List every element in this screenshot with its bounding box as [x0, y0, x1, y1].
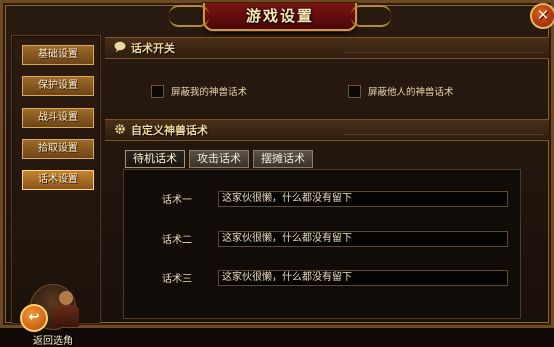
speech-3-label: 话术三 — [162, 274, 192, 285]
speech-1-label: 话术一 — [162, 195, 192, 206]
portrait-body — [53, 305, 79, 327]
block-my-speech-label: 屏蔽我的神兽话术 — [171, 87, 248, 98]
speech-2-input[interactable]: 这家伙很懒，什么都没有留下 — [218, 231, 508, 247]
sidebar-item-combat[interactable]: 战斗设置 — [22, 108, 94, 128]
title-ornament-left — [169, 5, 209, 27]
gear-icon — [113, 123, 127, 137]
speech-fields-panel: 话术一 这家伙很懒，什么都没有留下 话术二 这家伙很懒，什么都没有留下 话术三 … — [123, 169, 521, 319]
window-title: 游戏设置 — [245, 7, 314, 25]
header-ornament — [343, 42, 543, 53]
back-label: 返回选角 — [33, 336, 73, 347]
sidebar-item-speech[interactable]: 话术设置 — [22, 170, 94, 190]
speech-3-input[interactable]: 这家伙很懒，什么都没有留下 — [218, 270, 508, 286]
close-icon: ✕ — [536, 6, 550, 24]
tab-idle-speech[interactable]: 待机话术 — [125, 150, 185, 168]
portrait-head — [59, 291, 73, 305]
block-my-speech-checkbox[interactable] — [151, 85, 164, 98]
close-button[interactable]: ✕ — [530, 3, 554, 29]
tab-attack-speech[interactable]: 攻击话术 — [189, 150, 249, 168]
sidebar: 基础设置 保护设置 战斗设置 拾取设置 话术设置 ↩ 返回选角 — [11, 35, 101, 347]
block-others-speech-label: 屏蔽他人的神兽话术 — [368, 87, 454, 98]
settings-window: 游戏设置 ✕ 基础设置 保护设置 战斗设置 拾取设置 话术设置 ↩ 返回选角 话… — [0, 0, 554, 347]
title-banner: 游戏设置 — [169, 3, 391, 31]
section-title: 自定义神兽话术 — [131, 124, 208, 137]
back-to-character-select[interactable]: ↩ 返回选角 — [16, 284, 80, 347]
speech-1-input[interactable]: 这家伙很懒，什么都没有留下 — [218, 191, 508, 207]
sidebar-item-pickup[interactable]: 拾取设置 — [22, 139, 94, 159]
sidebar-item-basic[interactable]: 基础设置 — [22, 45, 94, 65]
block-others-speech-checkbox[interactable] — [348, 85, 361, 98]
sidebar-item-protection[interactable]: 保护设置 — [22, 76, 94, 96]
section-title: 话术开关 — [131, 42, 175, 55]
speech-2-label: 话术二 — [162, 235, 192, 246]
title-ornament-right — [351, 5, 391, 27]
speech-toggle-header: 话术开关 — [105, 37, 549, 59]
header-ornament — [343, 124, 543, 135]
custom-speech-header: 自定义神兽话术 — [105, 119, 549, 141]
main-panel: 话术开关 屏蔽我的神兽话术 屏蔽他人的神兽话术 自定义神兽话术 待机话术 攻击话… — [105, 35, 549, 322]
tab-stall-speech[interactable]: 摆摊话术 — [253, 150, 313, 168]
chat-bubble-icon — [113, 41, 127, 55]
